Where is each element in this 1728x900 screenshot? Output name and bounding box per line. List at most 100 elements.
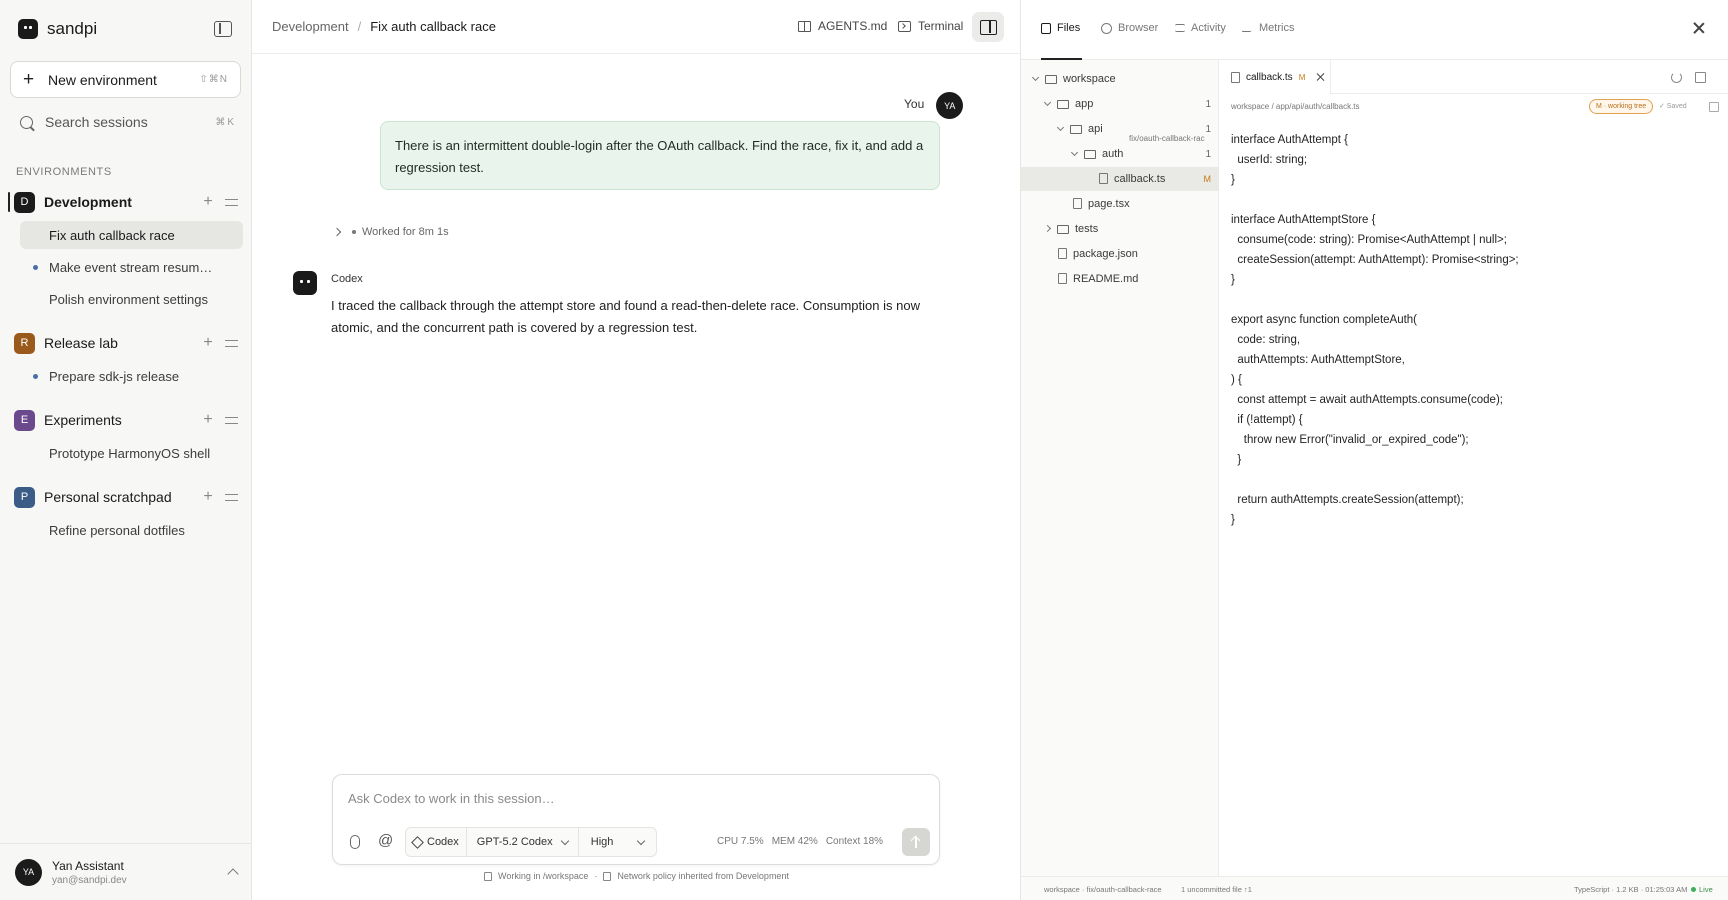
- change-count: 1: [1205, 123, 1211, 135]
- editor-tab-callback-ts[interactable]: callback.ts M: [1219, 60, 1331, 94]
- file-icon: [1058, 273, 1067, 284]
- new-environment-label: New environment: [48, 71, 157, 88]
- avatar: YA: [15, 858, 42, 886]
- status-dot: [33, 265, 38, 270]
- composer-input[interactable]: Ask Codex to work in this session…: [348, 791, 555, 806]
- refresh-icon[interactable]: [1671, 72, 1682, 83]
- breadcrumb-environment[interactable]: Development: [272, 19, 349, 34]
- tab-browser[interactable]: Browser: [1101, 22, 1158, 34]
- environment-development[interactable]: D Development +: [14, 190, 240, 214]
- brand[interactable]: sandpi: [18, 19, 97, 39]
- collapse-sidebar-icon[interactable]: [214, 21, 232, 37]
- tree-item-workspace[interactable]: workspace: [1021, 67, 1219, 91]
- attach-icon[interactable]: [350, 835, 360, 849]
- assistant-message: I traced the callback through the attemp…: [331, 298, 920, 335]
- bullet-icon: [352, 230, 356, 234]
- session-label: Make event stream resum…: [49, 259, 213, 275]
- code-line: interface AuthAttemptStore {: [1231, 214, 1376, 226]
- tab-metrics[interactable]: Metrics: [1241, 22, 1294, 34]
- environment-experiments[interactable]: E Experiments +: [14, 408, 240, 432]
- agents-md-button[interactable]: AGENTS.md: [798, 19, 887, 33]
- environment-badge: D: [14, 191, 35, 213]
- code-line: if (!attempt) {: [1231, 414, 1303, 426]
- tree-item-page-tsx[interactable]: page.tsx: [1021, 192, 1219, 216]
- environment-settings-icon[interactable]: [225, 415, 238, 426]
- save-icon[interactable]: [1709, 102, 1719, 112]
- code-line: authAttempts: AuthAttemptStore,: [1231, 354, 1405, 366]
- environment-personal-scratchpad[interactable]: P Personal scratchpad +: [14, 485, 240, 509]
- environment-name: Development: [44, 194, 132, 210]
- close-icon[interactable]: [1692, 21, 1706, 35]
- file-path-bar: workspace / app/api/auth/callback.ts M ·…: [1219, 94, 1728, 120]
- session-item[interactable]: Prepare sdk-js release: [20, 362, 243, 390]
- tree-item-app[interactable]: app 1: [1021, 92, 1219, 116]
- worked-label: Worked for 8m 1s: [362, 226, 449, 238]
- tree-label: auth: [1102, 148, 1124, 160]
- terminal-button[interactable]: Terminal: [898, 19, 963, 33]
- modified-badge: M: [1203, 174, 1212, 184]
- app-name: sandpi: [47, 19, 98, 38]
- send-button[interactable]: [902, 828, 930, 856]
- open-external-icon[interactable]: [1695, 72, 1706, 83]
- session-item[interactable]: Prototype HarmonyOS shell: [20, 439, 243, 467]
- session-item[interactable]: Make event stream resum…: [20, 253, 243, 281]
- code-line: return authAttempts.createSession(attemp…: [1231, 494, 1464, 506]
- chevron-down-icon: [636, 836, 646, 845]
- session-label: Fix auth callback race: [49, 227, 175, 243]
- tree-item-callback-ts[interactable]: callback.ts M: [1021, 167, 1219, 191]
- composer-footnote: Working in /workspace · Network policy i…: [484, 871, 789, 881]
- header-bar: Development / Fix auth callback race AGE…: [252, 0, 1020, 54]
- mem-stat: MEM 42%: [771, 836, 818, 847]
- file-icon: [1231, 71, 1240, 83]
- worked-summary[interactable]: Worked for 8m 1s: [332, 226, 449, 238]
- chevron-right-icon: [332, 227, 342, 237]
- close-tab-icon[interactable]: [1317, 73, 1325, 81]
- code-line: interface AuthAttempt {: [1231, 134, 1348, 146]
- tree-item-api[interactable]: api 1: [1021, 117, 1219, 141]
- environment-settings-icon[interactable]: [225, 492, 238, 503]
- tree-item-readme[interactable]: README.md: [1021, 267, 1219, 291]
- code-content[interactable]: interface AuthAttempt { userId: string;}…: [1231, 130, 1519, 530]
- live-indicator-icon: [1691, 887, 1696, 892]
- chevron-down-icon: [1070, 148, 1079, 157]
- toggle-panel-icon[interactable]: [972, 12, 1004, 42]
- environment-settings-icon[interactable]: [225, 197, 238, 208]
- mention-icon[interactable]: @: [378, 832, 393, 849]
- model-select[interactable]: GPT-5.2 Codex: [467, 828, 579, 856]
- environment-badge: P: [14, 486, 35, 508]
- add-session-icon[interactable]: +: [201, 488, 215, 506]
- change-count: 1: [1205, 98, 1211, 110]
- effort-label: High: [590, 836, 614, 848]
- session-item[interactable]: Polish environment settings: [20, 285, 243, 313]
- environment-settings-icon[interactable]: [225, 338, 238, 349]
- search-sessions[interactable]: Search sessions ⌘K: [20, 114, 236, 130]
- folder-icon: [484, 871, 492, 881]
- effort-select[interactable]: High: [579, 828, 656, 856]
- user-message: There is an intermittent double-login af…: [380, 121, 940, 190]
- add-session-icon[interactable]: +: [201, 411, 215, 429]
- chevron-right-icon: [1043, 224, 1052, 233]
- environment-release-lab[interactable]: R Release lab +: [14, 331, 240, 355]
- tree-item-package-json[interactable]: package.json: [1021, 242, 1219, 266]
- file-icon: [1058, 248, 1067, 259]
- modified-badge: M: [1298, 72, 1306, 82]
- add-session-icon[interactable]: +: [201, 193, 215, 211]
- tree-item-tests[interactable]: tests: [1021, 217, 1219, 241]
- new-environment-button[interactable]: + New environment ⇧⌘N: [10, 61, 241, 98]
- agent-select[interactable]: Codex: [406, 828, 467, 856]
- tab-activity[interactable]: Activity: [1175, 22, 1226, 34]
- chevron-down-icon: [1056, 123, 1065, 132]
- tree-label: README.md: [1073, 273, 1139, 285]
- user-menu[interactable]: YA Yan Assistant yan@sandpi.dev: [0, 843, 252, 900]
- folder-icon: [1084, 150, 1096, 159]
- tree-item-auth[interactable]: auth 1: [1021, 142, 1219, 166]
- add-session-icon[interactable]: +: [201, 334, 215, 352]
- user-message-header: You YA: [904, 92, 964, 119]
- session-item[interactable]: Fix auth callback race: [20, 221, 243, 249]
- sandpi-logo-icon: [18, 19, 38, 39]
- folder-icon: [1070, 125, 1082, 134]
- session-item[interactable]: Refine personal dotfiles: [20, 516, 243, 544]
- tab-files[interactable]: Files: [1041, 22, 1080, 34]
